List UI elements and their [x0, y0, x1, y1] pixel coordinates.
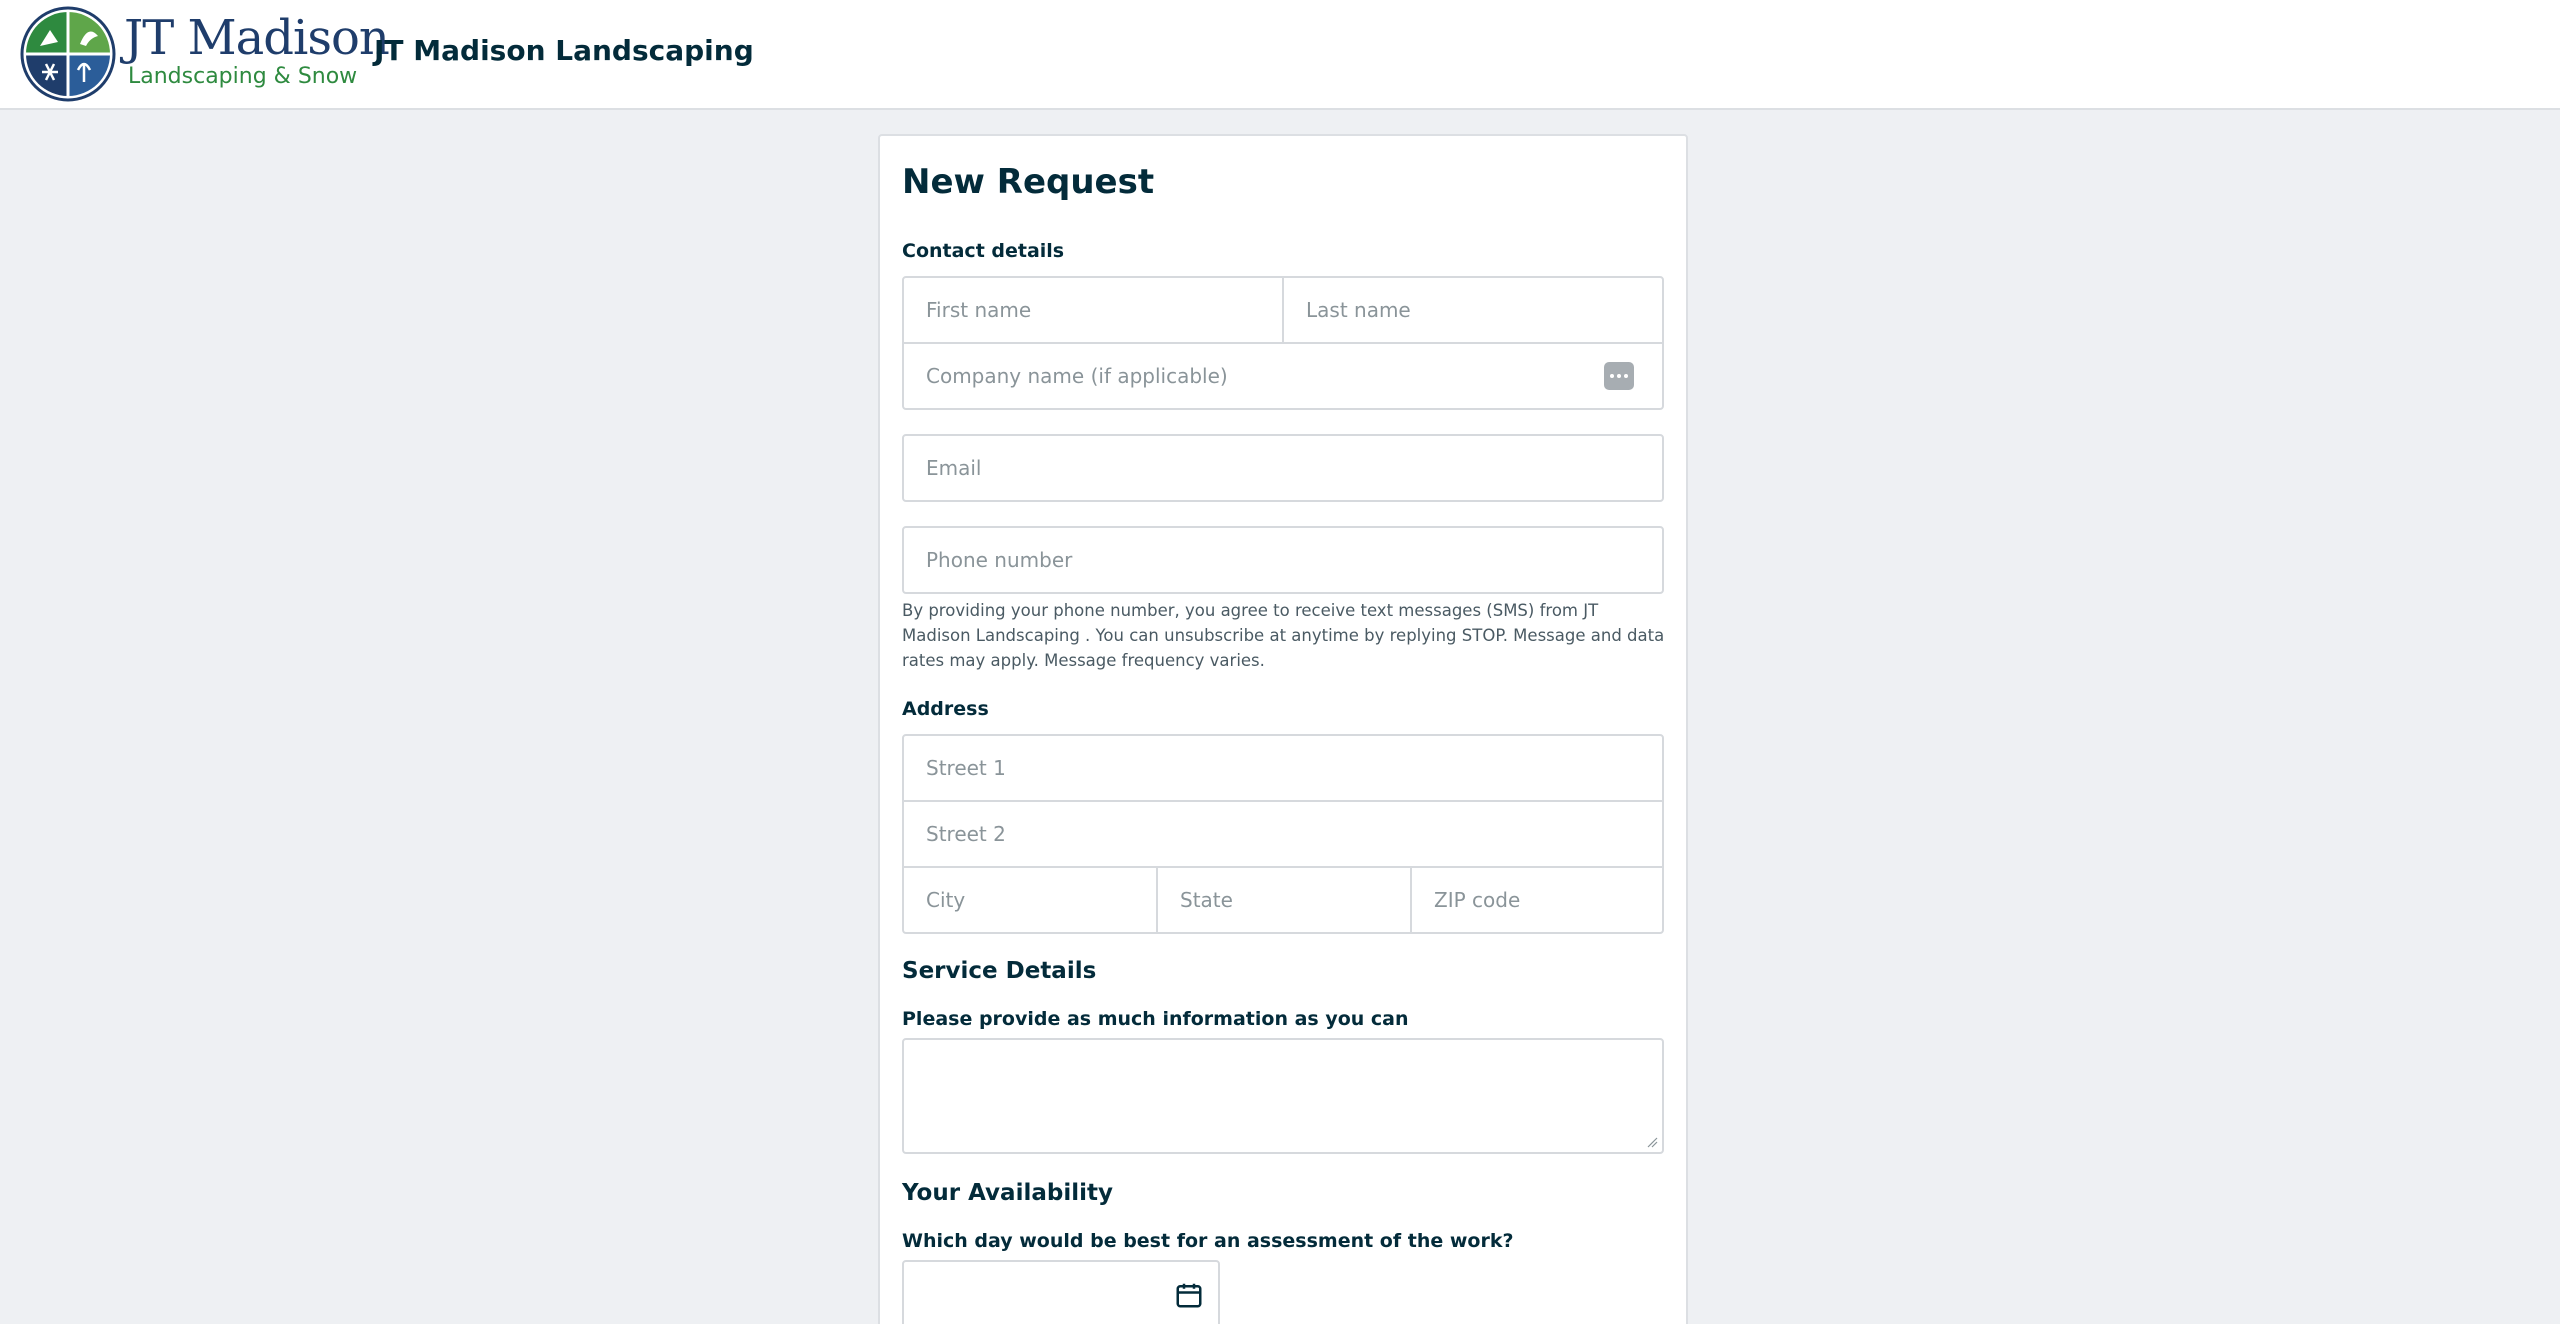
service-details-prompt: Please provide as much information as yo…	[902, 1008, 1409, 1030]
form-title: New Request	[902, 162, 1155, 202]
logo-tagline: Landscaping & Snow	[128, 64, 358, 89]
phone-number-placeholder: Phone number	[926, 548, 1073, 572]
zip-code-placeholder: ZIP code	[1434, 888, 1521, 912]
sms-consent-disclaimer: By providing your phone number, you agre…	[902, 601, 1665, 670]
address-heading: Address	[902, 698, 989, 720]
first-name-placeholder: First name	[926, 298, 1032, 322]
first-name-input[interactable]: First name	[902, 276, 1284, 344]
email-input[interactable]: Email	[902, 434, 1664, 502]
calendar-icon[interactable]	[1174, 1280, 1204, 1310]
state-input[interactable]: State	[1156, 866, 1412, 934]
zip-code-input[interactable]: ZIP code	[1410, 866, 1664, 934]
service-details-heading: Service Details	[902, 958, 1097, 984]
logo-wordmark: JT Madison	[124, 10, 390, 66]
phone-number-input[interactable]: Phone number	[902, 526, 1664, 594]
autofill-more-icon[interactable]	[1604, 362, 1634, 390]
street1-input[interactable]: Street 1	[902, 734, 1664, 802]
company-logo[interactable]: JT Madison Landscaping & Snow	[20, 6, 390, 102]
assessment-date-picker[interactable]	[902, 1260, 1220, 1324]
contact-details-heading: Contact details	[902, 240, 1065, 262]
logo-seal-icon	[20, 6, 116, 102]
service-details-textarea[interactable]	[902, 1038, 1664, 1154]
resize-handle-icon[interactable]	[1646, 1136, 1658, 1148]
street2-input[interactable]: Street 2	[902, 800, 1664, 868]
street1-placeholder: Street 1	[926, 756, 1006, 780]
street2-placeholder: Street 2	[926, 822, 1006, 846]
last-name-input[interactable]: Last name	[1282, 276, 1664, 344]
company-name-placeholder: Company name (if applicable)	[926, 364, 1228, 388]
availability-question: Which day would be best for an assessmen…	[902, 1230, 1514, 1252]
city-input[interactable]: City	[902, 866, 1158, 934]
availability-heading: Your Availability	[902, 1180, 1113, 1206]
top-bar: JT Madison Landscaping & Snow JT Madison…	[0, 0, 2560, 110]
email-placeholder: Email	[926, 456, 982, 480]
state-placeholder: State	[1180, 888, 1233, 912]
request-form-card: New Request Contact details First name L…	[878, 134, 1688, 1324]
company-name-input[interactable]: Company name (if applicable)	[902, 342, 1664, 410]
company-name: JT Madison Landscaping	[374, 34, 754, 67]
city-placeholder: City	[926, 888, 966, 912]
last-name-placeholder: Last name	[1306, 298, 1411, 322]
